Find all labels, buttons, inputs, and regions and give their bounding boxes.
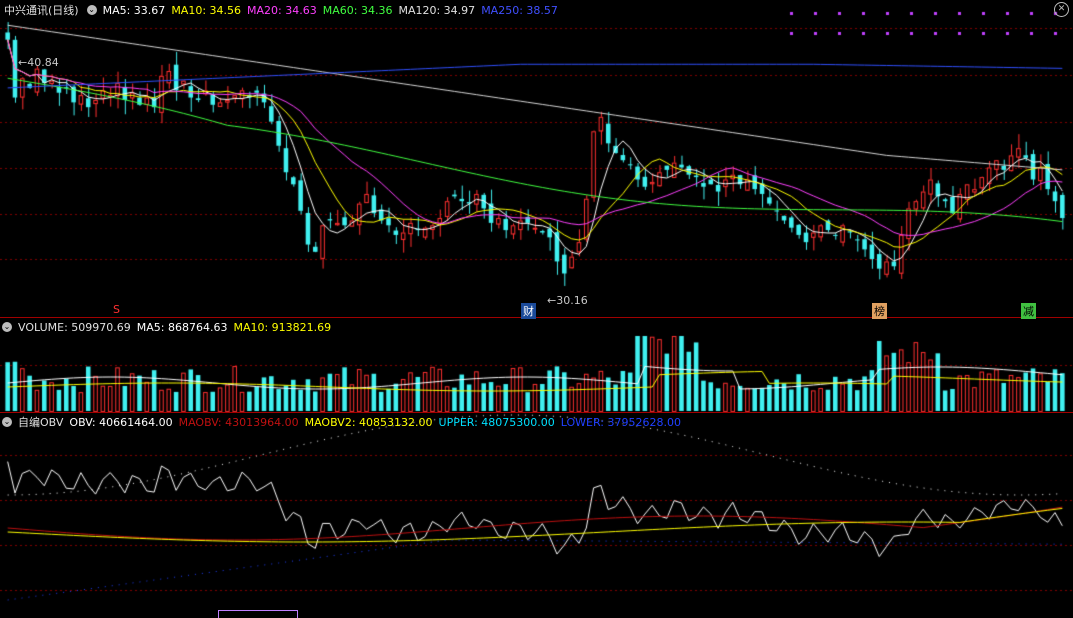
volume-legend-dropdown-icon[interactable]: ⌄ [2, 322, 12, 332]
event-cai-marker[interactable]: 财 [521, 303, 536, 319]
event-bang-marker[interactable]: 榜 [872, 303, 887, 319]
main-legend-bar: 中兴通讯(日线) ⌄ MA5: 33.67 MA10: 34.56 MA20: … [0, 1, 1073, 19]
high-price-label: ←40.84 [18, 56, 59, 69]
close-icon[interactable]: ✕ [1054, 2, 1069, 17]
main-ma20-label: MA20: 34.63 [247, 3, 317, 17]
lower-label: LOWER: 37952628.00 [560, 415, 681, 429]
event-s-marker[interactable]: S [111, 303, 122, 316]
maobv2-label: MAOBV2: 40853132.00 [304, 415, 433, 429]
volume-title: VOLUME: 509970.69 [18, 320, 131, 334]
obv-legend-bar: ⌄ 自编OBV OBV: 40661464.00 MAOBV: 43013964… [0, 413, 1073, 431]
maobv-label: MAOBV: 43013964.00 [178, 415, 299, 429]
stock-chart-canvas[interactable] [0, 0, 1073, 617]
high-price-value: 40.84 [27, 56, 59, 69]
volume-ma5-label: MA5: 868764.63 [136, 320, 228, 334]
obv-title: 自编OBV [18, 416, 64, 429]
obv-value-label: OBV: 40661464.00 [69, 415, 173, 429]
upper-label: UPPER: 48075300.00 [438, 415, 555, 429]
volume-legend-bar: ⌄ VOLUME: 509970.69 MA5: 868764.63 MA10:… [0, 318, 1073, 336]
low-price-value: 30.16 [556, 294, 588, 307]
volume-ma10-label: MA10: 913821.69 [233, 320, 332, 334]
main-ma120-label: MA120: 34.97 [398, 3, 476, 17]
main-ma5-label: MA5: 33.67 [102, 3, 166, 17]
main-legend-dropdown-icon[interactable]: ⌄ [86, 5, 97, 15]
obv-legend-dropdown-icon[interactable]: ⌄ [2, 417, 12, 427]
main-ma250-label: MA250: 38.57 [481, 3, 558, 17]
main-ma60-label: MA60: 34.36 [322, 3, 393, 17]
event-jian-marker[interactable]: 减 [1021, 303, 1036, 319]
main-ma10-label: MA10: 34.56 [171, 3, 242, 17]
low-price-label: ←30.16 [547, 294, 588, 307]
main-title: 中兴通讯(日线) [4, 4, 79, 17]
